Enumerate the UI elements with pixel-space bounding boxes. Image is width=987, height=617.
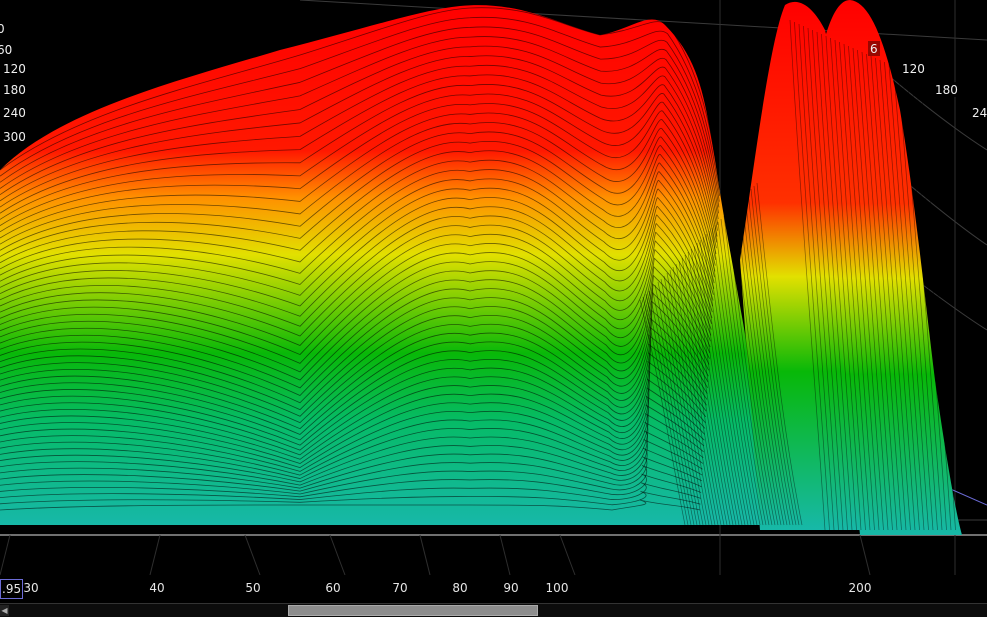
depth-label-left: 300 xyxy=(3,130,26,144)
scroll-left-arrow-icon[interactable]: ◀ xyxy=(0,605,9,616)
x-tick-label: 50 xyxy=(245,581,261,595)
horizontal-scrollbar[interactable]: ◀ xyxy=(0,603,987,617)
x-tick-label: 80 xyxy=(452,581,468,595)
depth-label-left: 240 xyxy=(3,106,26,120)
waterfall-surface-main xyxy=(0,5,780,525)
depth-label-right: 180 xyxy=(935,83,958,97)
waterfall-plot: 0 60 120 180 240 300 6 120 180 24 xyxy=(0,0,987,575)
x-tick-label: 30 xyxy=(23,581,39,595)
depth-label-left: 0 xyxy=(0,22,5,36)
x-tick-label: 70 xyxy=(392,581,408,595)
depth-label-right: 120 xyxy=(902,62,925,76)
depth-label-left: 60 xyxy=(0,43,12,57)
x-tick-label: 40 xyxy=(149,581,165,595)
depth-label-right: 6 xyxy=(870,42,878,56)
x-tick-label: 200 xyxy=(848,581,872,595)
x-tick-label: 100 xyxy=(545,581,569,595)
depth-label-right: 24 xyxy=(972,106,987,120)
x-axis-min-value[interactable]: .95 xyxy=(0,579,24,599)
x-tick-label: 60 xyxy=(325,581,341,595)
x-axis-bar xyxy=(0,575,987,603)
depth-axis-left: 0 60 120 180 240 300 xyxy=(0,21,26,144)
scrollbar-thumb[interactable] xyxy=(288,605,538,616)
depth-label-left: 180 xyxy=(3,83,26,97)
x-tick-label: 90 xyxy=(503,581,519,595)
depth-label-left: 120 xyxy=(3,62,26,76)
